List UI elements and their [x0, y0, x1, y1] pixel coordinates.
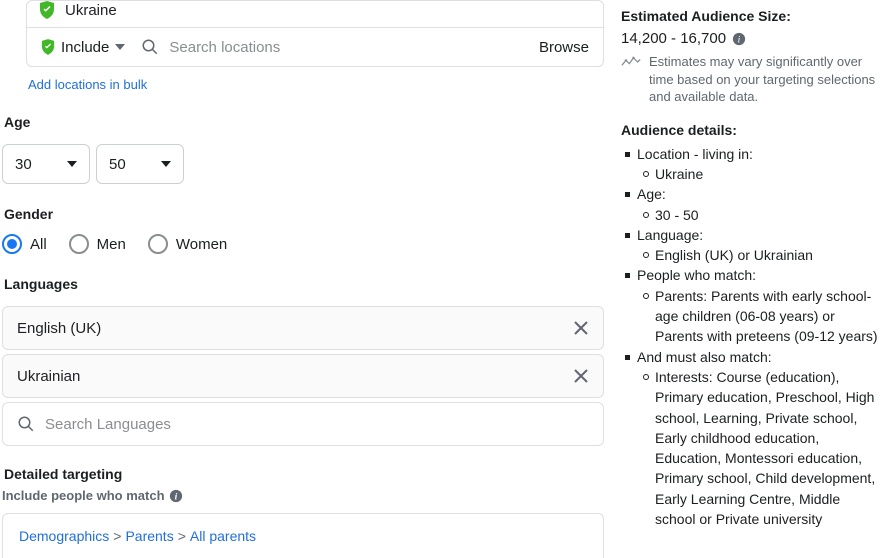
- detail-key: Language:: [637, 227, 703, 243]
- close-icon[interactable]: [573, 320, 589, 336]
- shield-check-icon: [41, 39, 55, 55]
- search-icon: [141, 38, 159, 56]
- info-icon[interactable]: i: [169, 489, 183, 503]
- detail-value: English (UK) or Ukrainian: [639, 245, 882, 265]
- gender-option-label: All: [30, 236, 47, 253]
- selected-location-row: Ukraine: [27, 1, 603, 27]
- age-min-select[interactable]: 30: [2, 144, 90, 184]
- add-locations-bulk-link[interactable]: Add locations in bulk: [28, 77, 147, 92]
- selected-location-label: Ukraine: [65, 2, 117, 19]
- chevron-down-icon: [67, 161, 77, 167]
- targeting-breadcrumb: Demographics>Parents>All parents: [19, 528, 587, 544]
- radio-icon: [148, 234, 168, 254]
- age-label: Age: [4, 114, 605, 130]
- detail-key: People who match:: [637, 267, 756, 283]
- info-icon[interactable]: i: [732, 32, 746, 46]
- locations-card: Ukraine Include Browse: [26, 0, 604, 67]
- include-label: Include: [61, 39, 109, 56]
- age-max-value: 50: [109, 156, 126, 173]
- sparkline-icon: [621, 55, 641, 69]
- detail-value: Ukraine: [639, 164, 882, 184]
- gender-option-label: Men: [97, 236, 126, 253]
- language-chip-label: English (UK): [17, 320, 101, 337]
- language-chip: English (UK): [2, 306, 604, 350]
- detailed-targeting-box: Demographics>Parents>All parents: [2, 513, 604, 558]
- include-match-text: Include people who match: [2, 488, 165, 503]
- detail-key: Location - living in:: [637, 146, 753, 162]
- detail-value: 30 - 50: [639, 205, 882, 225]
- svg-text:i: i: [174, 491, 177, 502]
- browse-link[interactable]: Browse: [539, 39, 589, 56]
- detail-key: Age:: [637, 186, 666, 202]
- include-match-label: Include people who match i: [2, 488, 605, 503]
- estimate-note: Estimates may vary significantly over ti…: [649, 53, 882, 106]
- language-chip: Ukrainian: [2, 354, 604, 398]
- include-dropdown[interactable]: Include: [41, 39, 125, 56]
- language-search-input[interactable]: [45, 416, 589, 433]
- language-chip-label: Ukrainian: [17, 368, 80, 385]
- gender-women-radio[interactable]: Women: [148, 234, 227, 254]
- radio-icon: [69, 234, 89, 254]
- language-search-row: [2, 402, 604, 446]
- shield-check-icon: [39, 1, 55, 19]
- location-search-input[interactable]: [169, 39, 529, 56]
- gender-label: Gender: [4, 206, 605, 222]
- crumb-parents[interactable]: Parents: [125, 528, 173, 544]
- detail-value: Parents: Parents with early school-age c…: [639, 286, 882, 347]
- crumb-all-parents[interactable]: All parents: [190, 528, 256, 544]
- age-min-value: 30: [15, 156, 32, 173]
- detail-value: Interests: Course (education), Primary e…: [639, 367, 882, 529]
- location-search-row: Include Browse: [27, 27, 603, 66]
- audience-range-value: 14,200 - 16,700: [621, 30, 726, 47]
- close-icon[interactable]: [573, 368, 589, 384]
- estimated-audience-label: Estimated Audience Size:: [621, 8, 882, 24]
- chevron-down-icon: [161, 161, 171, 167]
- gender-men-radio[interactable]: Men: [69, 234, 126, 254]
- age-max-select[interactable]: 50: [96, 144, 184, 184]
- search-icon: [17, 415, 35, 433]
- languages-label: Languages: [4, 276, 605, 292]
- detail-key: And must also match:: [637, 349, 772, 365]
- radio-icon: [2, 234, 22, 254]
- svg-text:i: i: [738, 34, 741, 45]
- gender-option-label: Women: [176, 236, 227, 253]
- detailed-targeting-label: Detailed targeting: [4, 466, 605, 482]
- gender-all-radio[interactable]: All: [2, 234, 47, 254]
- crumb-demographics[interactable]: Demographics: [19, 528, 109, 544]
- chevron-down-icon: [115, 44, 125, 50]
- audience-details-list: Location - living in: Ukraine Age: 30 - …: [621, 144, 882, 530]
- audience-details-label: Audience details:: [621, 122, 882, 138]
